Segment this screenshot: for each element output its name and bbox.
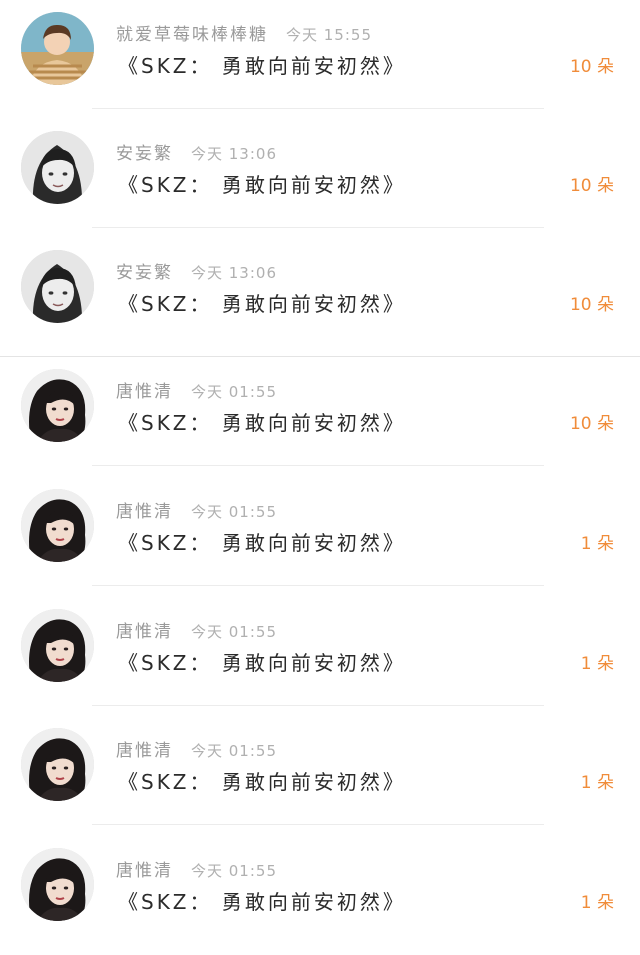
flower-count: 10 朵 [569,295,614,315]
message-row[interactable]: 安妄繁 今天 13:06 《SKZ： 勇敢向前安初然》 10 朵 [0,238,640,357]
avatar[interactable] [21,728,94,801]
avatar[interactable] [21,489,94,562]
row-divider [92,465,544,466]
message-row[interactable]: 唐惟清 今天 01:55 《SKZ： 勇敢向前安初然》 1 朵 [0,597,640,716]
row-divider [92,705,544,706]
timestamp: 今天 13:06 [191,264,277,282]
flower-count: 1 朵 [580,773,614,793]
avatar[interactable] [21,609,94,682]
timestamp: 今天 01:55 [191,862,277,880]
row-divider [92,824,544,825]
timestamp: 今天 15:55 [286,26,372,44]
sender-name[interactable]: 唐惟清 今天 01:55 [116,497,277,522]
flower-count: 1 朵 [580,534,614,554]
avatar[interactable] [21,131,94,204]
avatar[interactable] [21,12,94,85]
avatar[interactable] [21,369,94,442]
sender-name-text[interactable]: 就爱草莓味棒棒糖 [116,25,268,45]
sender-name-text[interactable]: 唐惟清 [116,741,173,761]
timestamp: 今天 01:55 [191,503,277,521]
flower-count: 10 朵 [569,176,614,196]
sender-name-text[interactable]: 唐惟清 [116,502,173,522]
sender-name[interactable]: 唐惟清 今天 01:55 [116,377,277,402]
row-divider [92,227,544,228]
row-divider [92,585,544,586]
timestamp: 今天 01:55 [191,383,277,401]
sender-name-text[interactable]: 唐惟清 [116,382,173,402]
sender-name[interactable]: 就爱草莓味棒棒糖 今天 15:55 [116,20,372,45]
message-row[interactable]: 唐惟清 今天 01:55 《SKZ： 勇敢向前安初然》 1 朵 [0,716,640,835]
sender-name-text[interactable]: 唐惟清 [116,861,173,881]
message-row[interactable]: 安妄繁 今天 13:06 《SKZ： 勇敢向前安初然》 10 朵 [0,119,640,238]
avatar[interactable] [21,250,94,323]
message-row[interactable]: 唐惟清 今天 01:55 《SKZ： 勇敢向前安初然》 10 朵 [0,357,640,476]
flower-count: 10 朵 [569,57,614,77]
flower-count: 10 朵 [569,414,614,434]
avatar[interactable] [21,848,94,921]
row-divider [92,108,544,109]
flower-count: 1 朵 [580,654,614,674]
book-title[interactable]: 《SKZ： 勇敢向前安初然》 [118,407,406,436]
timestamp: 今天 01:55 [191,742,277,760]
flower-count: 1 朵 [580,893,614,913]
message-list: 就爱草莓味棒棒糖 今天 15:55 《SKZ： 勇敢向前安初然》 10 朵 安妄繁 今天… [0,0,640,939]
book-title[interactable]: 《SKZ： 勇敢向前安初然》 [118,288,406,317]
sender-name-text[interactable]: 安妄繁 [116,263,173,283]
sender-name-text[interactable]: 安妄繁 [116,144,173,164]
book-title[interactable]: 《SKZ： 勇敢向前安初然》 [118,886,406,915]
book-title[interactable]: 《SKZ： 勇敢向前安初然》 [118,766,406,795]
book-title[interactable]: 《SKZ： 勇敢向前安初然》 [118,169,406,198]
book-title[interactable]: 《SKZ： 勇敢向前安初然》 [118,527,406,556]
timestamp: 今天 13:06 [191,145,277,163]
sender-name-text[interactable]: 唐惟清 [116,622,173,642]
book-title[interactable]: 《SKZ： 勇敢向前安初然》 [118,647,406,676]
sender-name[interactable]: 安妄繁 今天 13:06 [116,139,277,164]
message-row[interactable]: 唐惟清 今天 01:55 《SKZ： 勇敢向前安初然》 1 朵 [0,836,640,955]
message-row[interactable]: 就爱草莓味棒棒糖 今天 15:55 《SKZ： 勇敢向前安初然》 10 朵 [0,0,640,119]
sender-name[interactable]: 唐惟清 今天 01:55 [116,736,277,761]
timestamp: 今天 01:55 [191,623,277,641]
sender-name[interactable]: 唐惟清 今天 01:55 [116,617,277,642]
sender-name[interactable]: 安妄繁 今天 13:06 [116,258,277,283]
message-row[interactable]: 唐惟清 今天 01:55 《SKZ： 勇敢向前安初然》 1 朵 [0,477,640,596]
book-title[interactable]: 《SKZ： 勇敢向前安初然》 [118,50,406,79]
sender-name[interactable]: 唐惟清 今天 01:55 [116,856,277,881]
